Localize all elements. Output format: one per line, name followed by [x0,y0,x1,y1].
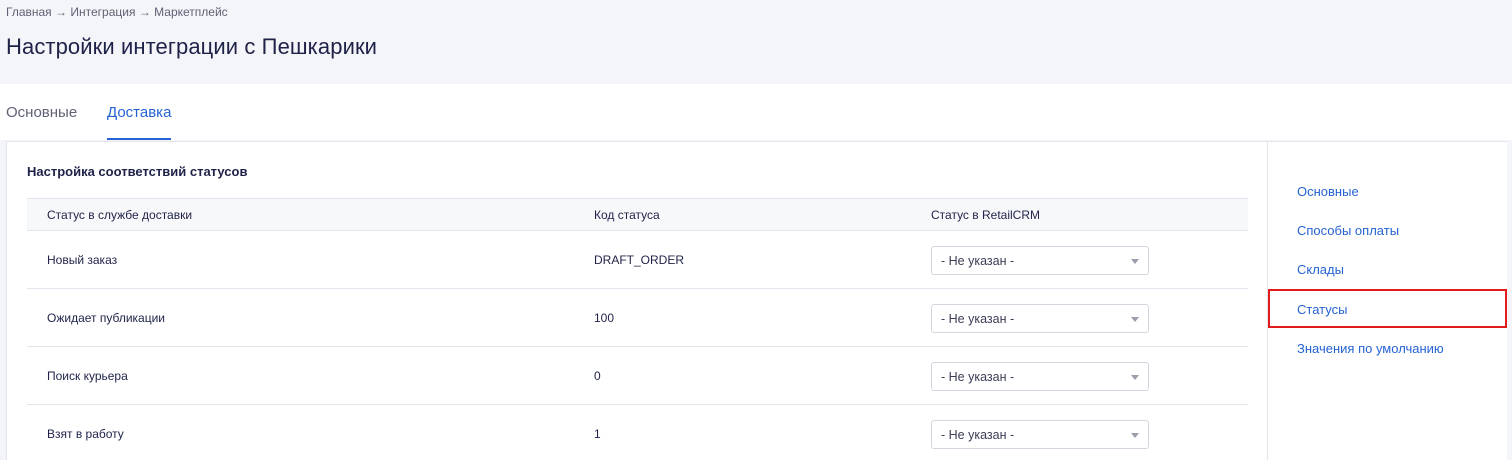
section-nav-item-warehouses[interactable]: Склады [1297,262,1344,277]
section-nav-item-payment-methods[interactable]: Способы оплаты [1297,223,1399,238]
breadcrumb-item-home[interactable]: Главная [6,5,52,19]
section-nav: Основные Способы оплаты Склады Статусы З… [1267,141,1507,460]
tab-delivery[interactable]: Доставка [107,104,172,140]
crm-status-select-value: - Не указан - [941,312,1015,326]
caret-down-icon [1131,317,1139,322]
caret-down-icon [1131,433,1139,438]
page-title: Настройки интеграции с Пешкарики [6,34,378,59]
section-nav-item-statuses[interactable]: Статусы [1297,302,1347,317]
crm-status-select[interactable]: - Не указан - [931,304,1149,333]
status-code-cell: 0 [594,369,601,383]
table-row: Ожидает публикации 100 - Не указан - [27,289,1248,347]
breadcrumb-item-integration[interactable]: Интеграция [70,5,135,19]
crm-status-select[interactable]: - Не указан - [931,420,1149,449]
status-code-cell: 100 [594,311,615,325]
tab-bar: Основные Доставка [0,84,1512,141]
tab-main[interactable]: Основные [6,104,77,140]
table-row: Поиск курьера 0 - Не указан - [27,347,1248,405]
column-header-crm-status: Статус в RetailCRM [931,208,1040,222]
page: Главная → Интеграция → Маркетплейс Настр… [0,0,1512,460]
caret-down-icon [1131,375,1139,380]
delivery-status-cell: Ожидает публикации [47,311,165,325]
page-header: Главная → Интеграция → Маркетплейс Настр… [0,0,1512,84]
caret-down-icon [1131,259,1139,264]
crm-status-select-value: - Не указан - [941,428,1015,442]
table-header: Статус в службе доставки Код статуса Ста… [27,198,1248,231]
section-nav-item-main[interactable]: Основные [1297,184,1359,199]
status-code-cell: DRAFT_ORDER [594,253,685,267]
delivery-status-cell: Взят в работу [47,427,124,441]
status-code-cell: 1 [594,427,601,441]
section-nav-item-defaults[interactable]: Значения по умолчанию [1297,341,1444,356]
section-title: Настройка соответствий статусов [27,164,248,179]
breadcrumb-item-marketplace[interactable]: Маркетплейс [154,5,228,19]
table-row: Новый заказ DRAFT_ORDER - Не указан - [27,231,1248,289]
crm-status-select-value: - Не указан - [941,254,1015,268]
breadcrumb-separator: → [138,5,155,19]
column-header-delivery-status: Статус в службе доставки [47,208,193,222]
delivery-status-cell: Поиск курьера [47,369,128,383]
crm-status-select[interactable]: - Не указан - [931,362,1149,391]
delivery-status-cell: Новый заказ [47,253,118,267]
crm-status-select[interactable]: - Не указан - [931,246,1149,275]
status-table: Статус в службе доставки Код статуса Ста… [27,198,1248,460]
crm-status-select-value: - Не указан - [941,370,1015,384]
status-mapping-card: Настройка соответствий статусов Статус в… [6,141,1267,460]
breadcrumb-separator: → [55,5,71,19]
breadcrumb: Главная → Интеграция → Маркетплейс [6,5,228,19]
table-row: Взят в работу 1 - Не указан - [27,405,1248,460]
column-header-status-code: Код статуса [594,208,660,222]
